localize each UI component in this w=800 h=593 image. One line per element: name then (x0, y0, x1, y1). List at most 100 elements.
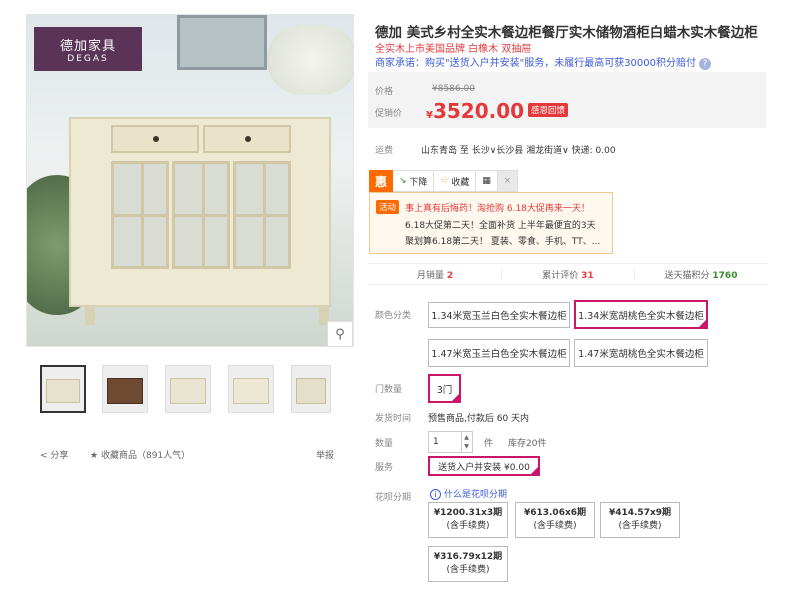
wall-art-decor (177, 15, 267, 70)
stat-value: 1760 (712, 270, 738, 281)
brand-logo: 德加家具 DEGAS (34, 27, 142, 71)
color-option-4[interactable]: 1.47米宽胡桃色全实木餐边柜 (574, 339, 708, 367)
original-price: ¥8586.00 (432, 84, 475, 94)
compare-button[interactable]: ▦ (476, 170, 498, 192)
thumbnail-1[interactable] (40, 365, 86, 413)
stat-label: 累计评价 (542, 270, 579, 281)
ship-time-value: 预售商品,付款后 60 天内 (428, 414, 530, 424)
plan-note: (含手续费) (446, 565, 490, 575)
shipping-label: 运费 (375, 146, 394, 156)
plan-note: (含手续费) (618, 521, 662, 531)
stats-bar: 月销量 2 累计评价 31 送天猫积分 1760 (369, 263, 767, 285)
thumbnail-3[interactable] (165, 365, 211, 413)
plan-amount: ¥414.57x9期 (608, 508, 672, 518)
service-label: 服务 (375, 463, 394, 473)
favorite-label: 收藏商品 (100, 451, 137, 461)
currency-symbol: ¥ (426, 110, 433, 121)
ship-time-label: 发货时间 (375, 414, 412, 424)
help-question-icon[interactable]: ? (699, 58, 712, 70)
star-icon: ★ (90, 451, 99, 461)
drawer-right (203, 125, 291, 153)
plan-amount: ¥316.79x12期 (433, 552, 503, 562)
plan-note: (含手续费) (533, 521, 577, 531)
report-link[interactable]: 举报 (316, 448, 334, 461)
star-outline-icon: ☆ (440, 176, 449, 186)
action-bar: 惠 ↘ 下降 ☆ 收藏 ▦ × (369, 170, 518, 192)
original-price-label: 价格 (375, 87, 394, 97)
share-link[interactable]: < 分享 (40, 448, 68, 461)
merchant-promise-text: 商家承诺：购买"送货入户并安装"服务，未履行最高可获30000积分赔付 (375, 58, 697, 69)
brand-logo-cn: 德加家具 (59, 38, 116, 54)
service-option-selected[interactable]: 送货入户并安装 ¥0.00 (428, 456, 540, 476)
quantity-stepper[interactable]: ▲ ▼ (461, 431, 473, 453)
compare-icon: ▦ (482, 176, 491, 186)
product-title: 德加 美式乡村全实木餐边柜餐厅实木储物酒柜白蜡木实木餐边柜 (375, 25, 758, 41)
increase-icon[interactable]: ▲ (464, 433, 469, 442)
collect-button[interactable]: ☆ 收藏 (434, 170, 477, 192)
plan-note: (含手续费) (446, 521, 490, 531)
thumbnail-2[interactable] (102, 365, 148, 413)
merchant-promise: 商家承诺：购买"送货入户并安装"服务，未履行最高可获30000积分赔付? (375, 54, 712, 70)
monthly-sales-stat: 月销量 2 (369, 267, 502, 281)
promo-line-2[interactable]: 6.18大促第二天！全面补货 上半年最便宜的3天 (405, 218, 596, 231)
installment-help-label: 什么是花呗分期 (444, 490, 508, 500)
info-icon: i (430, 489, 441, 500)
plan-amount: ¥1200.31x3期 (433, 508, 503, 518)
decrease-icon[interactable]: ▼ (464, 442, 469, 451)
promo-price-value: 3520.00 (432, 99, 525, 123)
discount-hui-button[interactable]: 惠 (369, 170, 393, 192)
thumbnail-4[interactable] (228, 365, 274, 413)
quantity-input[interactable]: 1 (428, 431, 462, 453)
reviews-stat[interactable]: 累计评价 31 (502, 267, 635, 281)
product-subtitle: 全实木上市美国品牌 白橡木 双抽屉 (375, 44, 532, 55)
quantity-label: 数量 (375, 439, 394, 449)
installment-plan-3[interactable]: ¥1200.31x3期 (含手续费) (428, 502, 508, 538)
share-icon: < (40, 451, 48, 461)
promotion-box: 活动 事上真有后悔药！淘抢购 6.18大促再来一天！ 6.18大促第二天！全面补… (369, 192, 613, 254)
price-drop-label: 下降 (409, 177, 428, 188)
installment-plan-6[interactable]: ¥613.06x6期 (含手续费) (515, 502, 595, 538)
stat-label: 月销量 (416, 270, 444, 281)
color-label: 颜色分类 (375, 311, 412, 321)
brand-logo-en: DEGAS (67, 53, 109, 64)
installment-label: 花呗分期 (375, 493, 412, 503)
points-stat: 送天猫积分 1760 (635, 268, 767, 281)
share-label: 分享 (50, 451, 69, 461)
doors-label: 门数量 (375, 385, 403, 395)
close-icon[interactable]: × (497, 170, 518, 192)
stock-count: 库存20件 (508, 439, 547, 449)
flower-decor (267, 25, 353, 95)
installment-help-link[interactable]: i 什么是花呗分期 (430, 487, 507, 500)
collect-label: 收藏 (451, 177, 470, 188)
stat-value: 31 (581, 270, 594, 281)
glass-door-2 (172, 161, 230, 269)
zoom-magnifier-icon[interactable]: ⚲ (327, 321, 353, 347)
promo-line-1[interactable]: 事上真有后悔药！淘抢购 6.18大促再来一天！ (405, 201, 590, 214)
quantity-unit: 件 (484, 439, 494, 449)
glass-door-1 (111, 161, 169, 269)
promo-line-3[interactable]: 聚划算6.18第二天！ 夏装、零食、手机、TT、... (405, 234, 600, 247)
stat-value: 2 (446, 270, 454, 281)
drawer-left (111, 125, 199, 153)
favorite-count: （891人气） (136, 451, 191, 461)
color-option-2-selected[interactable]: 1.34米宽胡桃色全实木餐边柜 (574, 300, 708, 329)
favorite-item-link[interactable]: ★ 收藏商品（891人气） (90, 448, 190, 461)
installment-plan-9[interactable]: ¥414.57x9期 (含手续费) (600, 502, 680, 538)
color-option-3[interactable]: 1.47米宽玉兰白色全实木餐边柜 (428, 339, 570, 367)
price-drop-button[interactable]: ↘ 下降 (393, 170, 435, 192)
plan-amount: ¥613.06x6期 (523, 508, 587, 518)
promo-price: ¥3520.00 (426, 99, 524, 123)
promo-tag: 感恩回馈 (528, 103, 569, 117)
doors-option-selected[interactable]: 3门 (428, 374, 461, 403)
cabinet-leg (85, 305, 95, 325)
color-option-1[interactable]: 1.34米宽玉兰白色全实木餐边柜 (428, 302, 570, 328)
promo-price-label: 促销价 (375, 109, 403, 119)
thumbnail-5[interactable] (291, 365, 331, 413)
trend-down-icon: ↘ (399, 176, 407, 186)
installment-plan-12[interactable]: ¥316.79x12期 (含手续费) (428, 546, 508, 582)
glass-door-3 (233, 161, 291, 269)
stat-label: 送天猫积分 (664, 270, 710, 281)
activity-tag: 活动 (376, 200, 400, 214)
sideboard-cabinet-illustration (69, 117, 331, 307)
shipping-destination-select[interactable]: 山东青岛 至 长沙∨长沙县 湘龙街道∨ 快递: 0.00 (421, 143, 616, 156)
